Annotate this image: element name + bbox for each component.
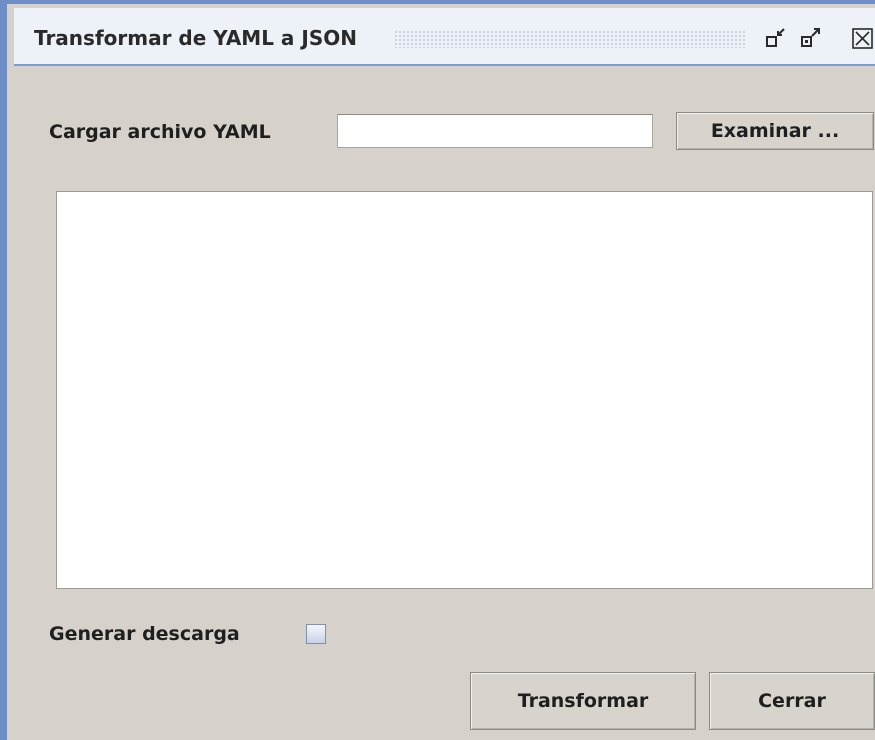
- output-text-area[interactable]: [56, 191, 873, 589]
- download-label: Generar descarga: [49, 623, 240, 645]
- close-button[interactable]: Cerrar: [709, 672, 875, 730]
- download-checkbox[interactable]: [306, 624, 326, 644]
- close-icon[interactable]: [851, 26, 875, 50]
- yaml-file-label: Cargar archivo YAML: [49, 121, 271, 143]
- dialog-window: Transformar de YAML a JSON Cargar archiv…: [0, 0, 875, 740]
- title-bar-texture: [394, 30, 746, 48]
- yaml-file-input[interactable]: [337, 114, 653, 148]
- browse-button[interactable]: Examinar ...: [676, 112, 874, 150]
- minimize-icon[interactable]: [764, 26, 788, 50]
- transform-button[interactable]: Transformar: [470, 672, 696, 730]
- maximize-icon[interactable]: [799, 26, 823, 50]
- title-bar[interactable]: Transformar de YAML a JSON: [14, 8, 875, 66]
- window-title: Transformar de YAML a JSON: [34, 26, 369, 50]
